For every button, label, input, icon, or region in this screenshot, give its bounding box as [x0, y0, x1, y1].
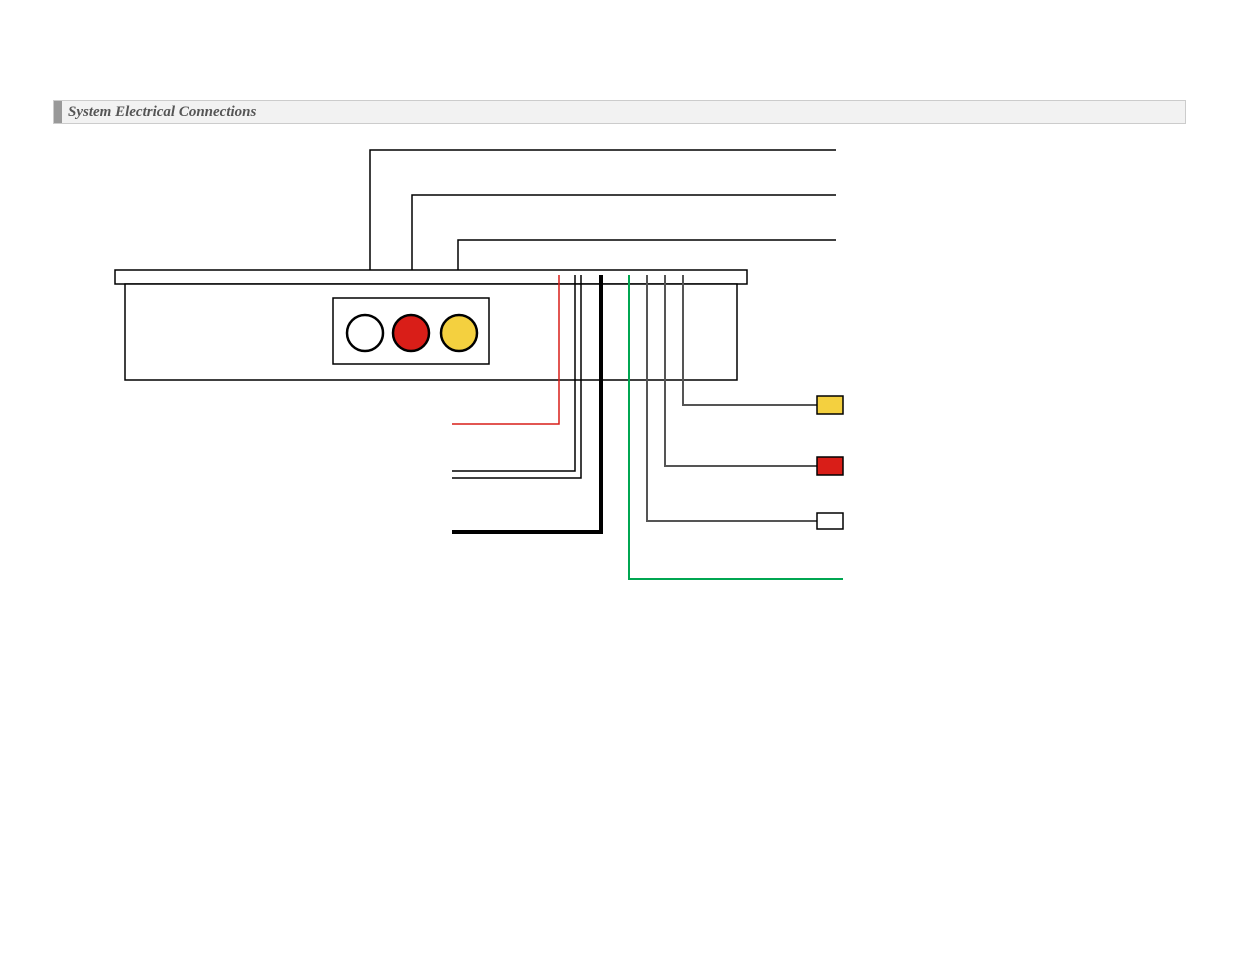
rca-red-icon — [393, 315, 429, 351]
terminal-white-icon — [817, 513, 843, 529]
rca-yellow-icon — [441, 315, 477, 351]
rca-white-icon — [347, 315, 383, 351]
section-tab — [54, 101, 62, 123]
device-top-lip — [115, 270, 747, 284]
wiring-diagram — [53, 145, 1186, 645]
terminal-red-icon — [817, 457, 843, 475]
section-header: System Electrical Connections — [53, 100, 1186, 124]
section-title: System Electrical Connections — [68, 104, 256, 121]
terminal-yellow-icon — [817, 396, 843, 414]
